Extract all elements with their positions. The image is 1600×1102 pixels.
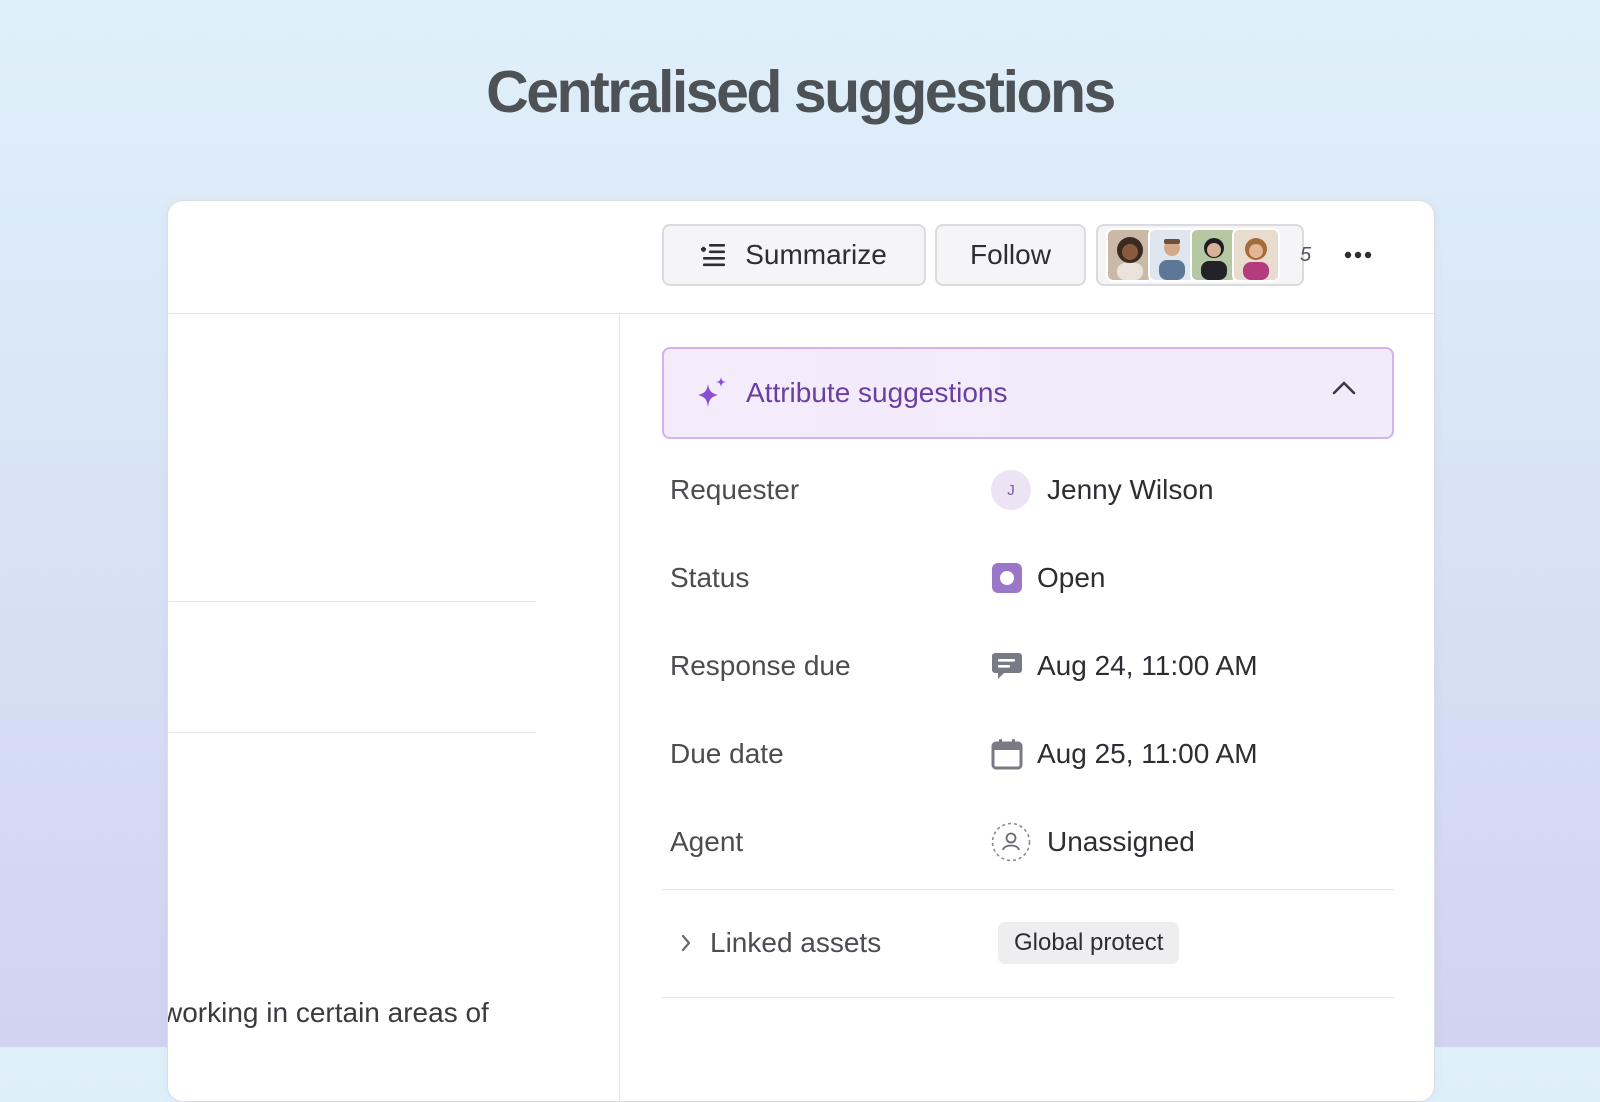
- field-label: Status: [670, 562, 750, 593]
- field-label: Agent: [670, 826, 744, 857]
- follow-button[interactable]: Follow: [935, 224, 1086, 286]
- attribute-suggestions-label: Attribute suggestions: [746, 377, 1008, 408]
- more-options-button[interactable]: [1338, 237, 1378, 273]
- field-response-due[interactable]: Response due Aug 24, 11:00 AM: [670, 644, 1258, 688]
- sparkle-icon: [696, 376, 728, 410]
- ticket-toolbar: Summarize Follow 5: [168, 201, 1434, 314]
- chevron-right-icon[interactable]: [662, 933, 710, 953]
- asset-tag[interactable]: Global protect: [998, 922, 1180, 964]
- agent-value: Unassigned: [1047, 826, 1195, 857]
- summarize-button[interactable]: Summarize: [662, 224, 926, 286]
- follower-avatars: [1106, 228, 1280, 282]
- more-horizontal-icon: [1344, 246, 1372, 264]
- requester-value: Jenny Wilson: [1047, 474, 1214, 505]
- linked-assets-label: Linked assets: [710, 927, 882, 958]
- follow-label: Follow: [970, 239, 1051, 270]
- linked-assets-row[interactable]: Linked assets Global protect: [662, 921, 1180, 965]
- calendar-icon: [991, 738, 1023, 770]
- section-divider: [662, 997, 1394, 998]
- left-divider: [168, 732, 536, 733]
- avatar: [1190, 228, 1238, 282]
- avatar: [1106, 228, 1154, 282]
- field-label: Requester: [670, 474, 800, 505]
- list-summarize-icon: [701, 243, 727, 267]
- field-requester[interactable]: Requester J Jenny Wilson: [670, 468, 1214, 512]
- left-divider: [168, 601, 536, 602]
- summarize-label: Summarize: [745, 239, 887, 270]
- section-divider: [662, 889, 1394, 890]
- due-date-value: Aug 25, 11:00 AM: [1037, 738, 1258, 769]
- description-text: working in certain areas of: [167, 997, 489, 1028]
- avatar: [1232, 228, 1280, 282]
- field-label: Due date: [670, 738, 784, 769]
- field-due-date[interactable]: Due date Aug 25, 11:00 AM: [670, 732, 1258, 776]
- followers-count: 5: [1300, 243, 1312, 266]
- user-icon: [991, 822, 1031, 862]
- status-open-icon: [991, 562, 1023, 594]
- followers-button[interactable]: 5: [1096, 224, 1311, 286]
- chevron-up-icon[interactable]: [1332, 379, 1356, 400]
- avatar: J: [991, 470, 1031, 510]
- attribute-suggestions-header[interactable]: Attribute suggestions: [662, 347, 1394, 439]
- chat-icon: [991, 650, 1023, 682]
- page-title: Centralised suggestions: [486, 59, 1116, 125]
- status-value: Open: [1037, 562, 1106, 593]
- avatar: [1148, 228, 1196, 282]
- response-due-value: Aug 24, 11:00 AM: [1037, 650, 1258, 681]
- ticket-card: Summarize Follow 5 working in certain ar…: [167, 200, 1435, 1102]
- panel-divider: [619, 313, 620, 1101]
- field-label: Response due: [670, 650, 851, 681]
- field-agent[interactable]: Agent Unassigned: [670, 820, 1195, 864]
- field-status[interactable]: Status Open: [670, 556, 1106, 600]
